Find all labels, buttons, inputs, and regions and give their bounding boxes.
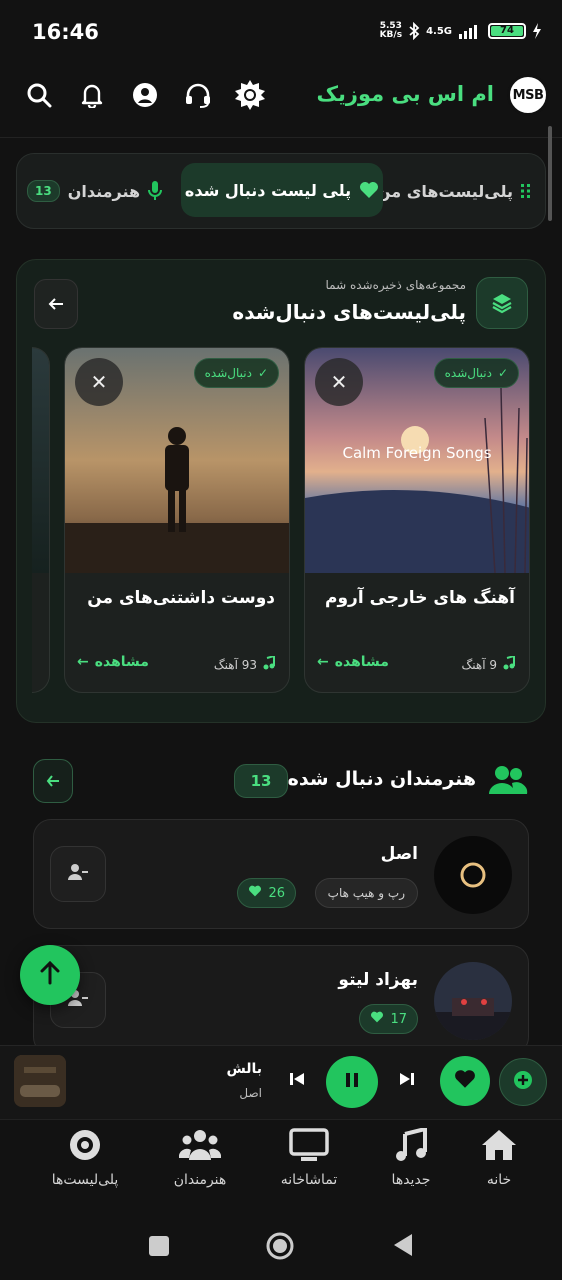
heart-icon (454, 1069, 476, 1093)
recents-button[interactable] (148, 1235, 170, 1261)
previous-button[interactable] (286, 1070, 308, 1092)
artist-name: اصل (380, 844, 418, 864)
add-to-playlist-button[interactable] (499, 1058, 547, 1106)
view-link[interactable]: مشاهده ← (317, 654, 389, 670)
likes-badge: 17 (359, 1004, 418, 1034)
artist-avatar (434, 836, 512, 914)
artists-count-badge: 13 (27, 180, 60, 202)
profile-icon[interactable] (128, 78, 162, 112)
tab-artists[interactable]: هنرمندان 13 (27, 154, 163, 228)
app-logo[interactable]: MSB (507, 74, 549, 116)
circle-home-icon (266, 1232, 294, 1264)
artist-row[interactable]: اصل رپ و هیپ هاپ 26 (33, 819, 529, 929)
skip-next-icon (399, 1071, 415, 1091)
unfollow-artist-button[interactable] (50, 846, 106, 902)
status-icons: 5.53 KB/s 4.5G 74 (380, 22, 542, 40)
network-type: 4.5G (426, 25, 452, 37)
disc-icon (68, 1128, 102, 1166)
unfollow-close-button[interactable]: ✕ (315, 358, 363, 406)
tab-my-playlists[interactable]: پلی‌لیست‌های من (377, 154, 535, 228)
app-title: ام اس بی موزیک (316, 82, 494, 106)
list-icon (521, 183, 535, 199)
nav-artists[interactable]: هنرمندان (155, 1128, 245, 1188)
cover-title-text: Calm Foreign Songs (342, 444, 492, 462)
section-title: پلی‌لیست‌های دنبال‌شده (232, 300, 466, 324)
battery-indicator: 74 (488, 23, 526, 39)
artist-row[interactable]: بهزاد لیتو 17 (33, 945, 529, 1055)
headset-support-icon[interactable] (181, 78, 215, 112)
bluetooth-icon (408, 22, 420, 40)
close-icon: ✕ (330, 370, 348, 394)
track-count: 9 آهنگ (462, 654, 515, 673)
theme-sun-icon[interactable] (233, 78, 267, 112)
microphone-icon (148, 181, 163, 201)
music-note-icon (263, 654, 275, 673)
playlist-card-peek[interactable] (32, 347, 50, 693)
skip-previous-icon (289, 1071, 305, 1091)
arrow-left-icon: ← (77, 654, 89, 670)
likes-badge: 26 (237, 878, 296, 908)
artists-count-badge: 13 (234, 764, 288, 798)
scroll-to-top-button[interactable] (20, 945, 80, 1005)
now-playing-title: بالش (226, 1061, 262, 1077)
genre-tag: رپ و هیپ هاپ (314, 878, 418, 908)
artist-name: بهزاد لیتو (338, 970, 418, 990)
tab-followed-playlists[interactable]: پلی لیست دنبال شده (181, 163, 383, 217)
arrow-up-icon (39, 960, 61, 989)
bell-icon[interactable] (75, 78, 109, 112)
nav-theater[interactable]: تماشاخانه (264, 1128, 354, 1188)
users-icon (488, 764, 528, 800)
signal-icon (458, 23, 482, 39)
music-note-icon (394, 1126, 428, 1166)
playlist-name: آهنگ های خارجی آروم (325, 588, 515, 608)
home-system-button[interactable] (266, 1232, 294, 1264)
nav-home[interactable]: خانه (454, 1128, 544, 1188)
pause-icon (345, 1072, 359, 1092)
section-subtitle: مجموعه‌های ذخیره‌شده شما (325, 278, 467, 292)
search-icon[interactable] (22, 78, 56, 112)
nav-new[interactable]: جدیدها (366, 1126, 456, 1188)
playlist-name: دوست داشتنی‌های من (87, 588, 275, 608)
heart-icon (248, 885, 262, 901)
unfollow-close-button[interactable]: ✕ (75, 358, 123, 406)
next-button[interactable] (396, 1070, 418, 1092)
now-playing-artist: اصل (239, 1086, 262, 1100)
playlist-card[interactable]: Calm Foreign Songs ✓ دنبال‌شده ✕ آهنگ ها… (304, 347, 530, 693)
artists-section-title: هنرمندان دنبال شده (287, 768, 476, 790)
check-icon: ✓ (257, 366, 268, 380)
status-time: 16:46 (32, 20, 99, 44)
scrollbar[interactable] (548, 126, 552, 221)
heart-icon (359, 181, 379, 199)
playlist-card[interactable]: ✓ دنبال‌شده ✕ دوست داشتنی‌های من 93 آهنگ… (64, 347, 290, 693)
like-button[interactable] (440, 1056, 490, 1106)
pause-button[interactable] (326, 1056, 378, 1108)
back-arrow-button[interactable] (34, 279, 78, 329)
layers-icon (476, 277, 528, 329)
tv-icon (289, 1128, 329, 1166)
charging-icon (532, 23, 542, 39)
music-note-icon (503, 654, 515, 673)
triangle-back-icon (392, 1234, 414, 1261)
now-playing-cover[interactable] (14, 1055, 66, 1107)
view-link[interactable]: مشاهده ← (77, 654, 149, 670)
heart-icon (370, 1011, 384, 1027)
users-icon (178, 1128, 222, 1166)
back-system-button[interactable] (392, 1233, 414, 1261)
square-icon (148, 1236, 170, 1261)
battery-level: 74 (491, 26, 523, 36)
home-icon (480, 1128, 518, 1166)
net-speed: 5.53 KB/s (379, 21, 403, 40)
user-minus-icon (67, 863, 89, 885)
back-arrow-button[interactable] (33, 759, 73, 803)
followed-badge: ✓ دنبال‌شده (433, 358, 519, 388)
track-count: 93 آهنگ (214, 654, 275, 673)
artist-avatar (434, 962, 512, 1040)
library-tabs: پلی‌لیست‌های من پلی لیست دنبال شده هنرمن… (16, 153, 546, 229)
close-icon: ✕ (90, 370, 108, 394)
plus-circle-icon (513, 1070, 533, 1094)
check-icon: ✓ (497, 366, 508, 380)
nav-playlists[interactable]: پلی‌لیست‌ها (40, 1128, 130, 1188)
arrow-left-icon: ← (317, 654, 329, 670)
followed-badge: ✓ دنبال‌شده (193, 358, 279, 388)
